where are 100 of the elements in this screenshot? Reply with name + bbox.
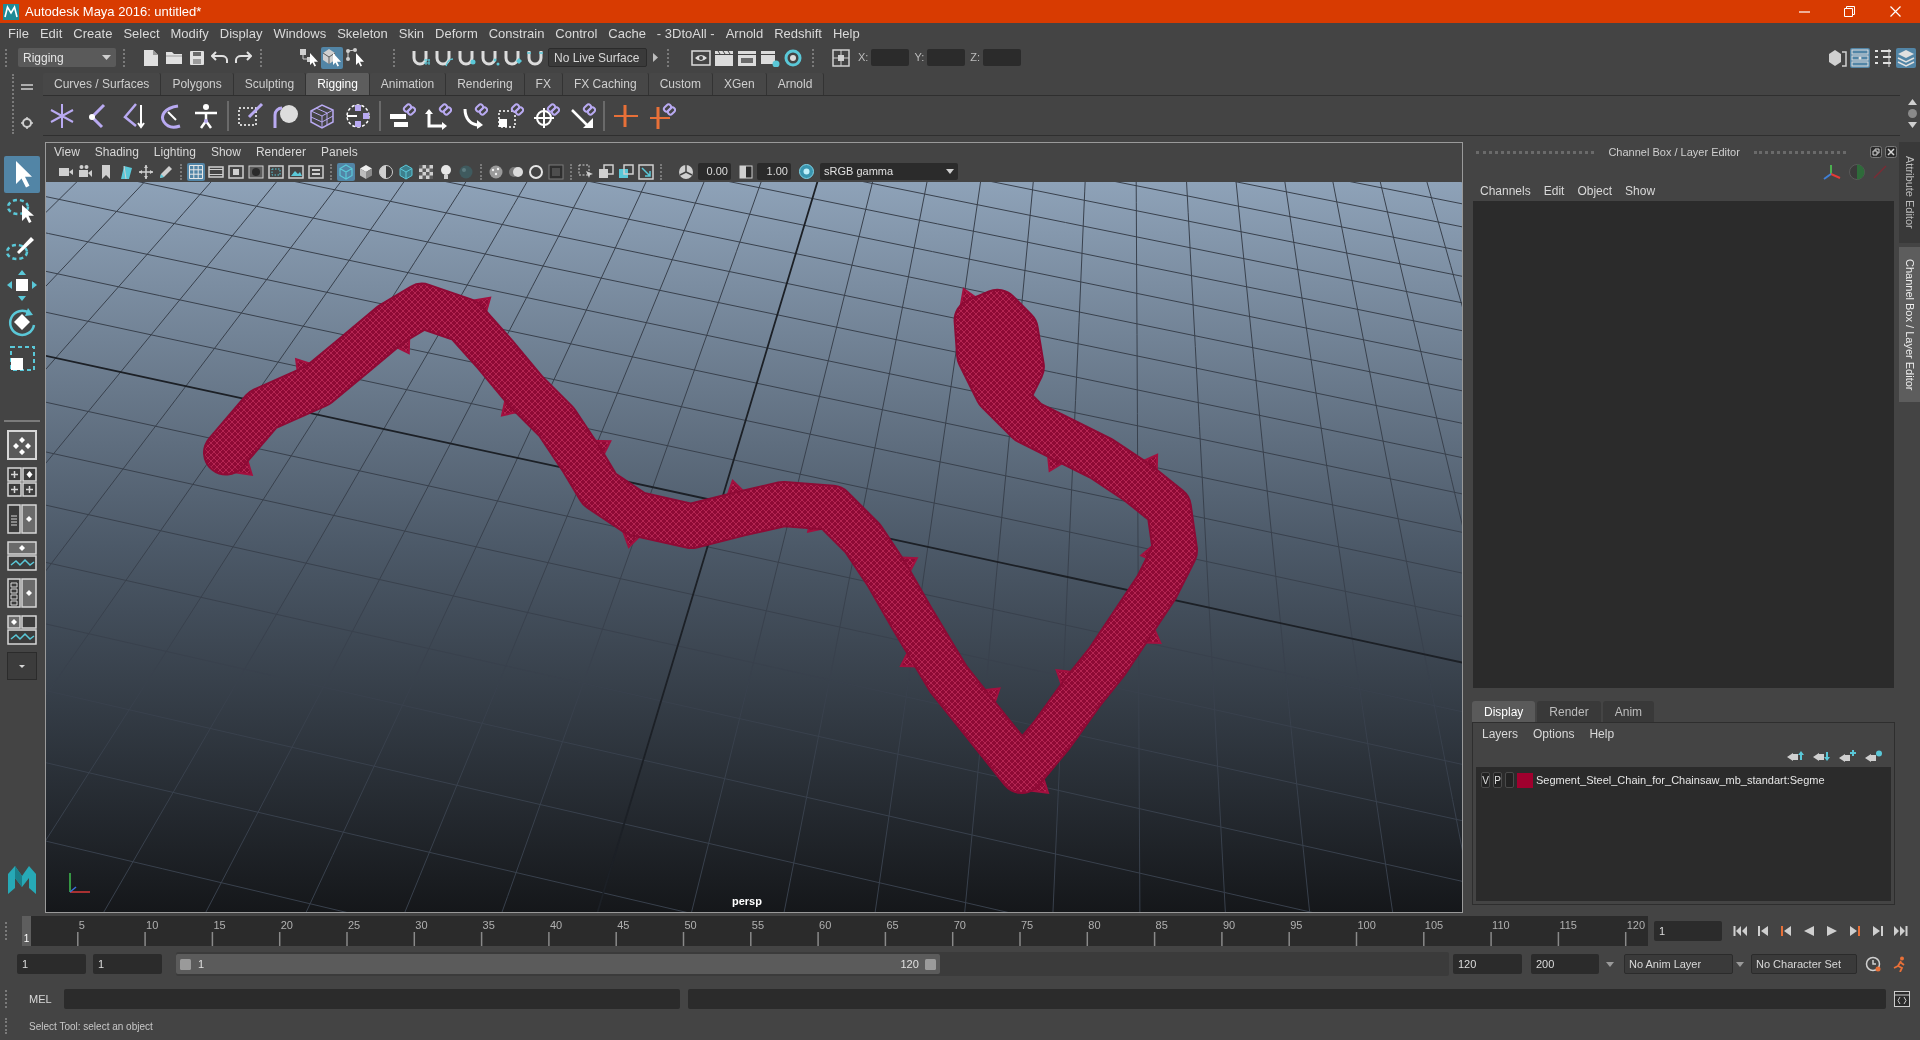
bars-link-icon[interactable] xyxy=(388,101,416,130)
caret-down-icon[interactable] xyxy=(1606,961,1614,967)
magnet-grid-icon[interactable] xyxy=(410,48,431,67)
current-frame-marker[interactable]: 1 xyxy=(22,916,31,946)
panel-menu-item[interactable]: Lighting xyxy=(153,143,196,161)
clock-icon[interactable] xyxy=(1865,956,1881,972)
panel-menu-item[interactable]: Channels xyxy=(1480,182,1531,200)
toggle-circle-icon[interactable] xyxy=(799,164,814,179)
layers-icon[interactable] xyxy=(1895,47,1916,68)
cross-bar-link-icon[interactable] xyxy=(648,101,676,130)
character-set-dropdown[interactable]: No Character Set xyxy=(1751,954,1857,974)
crosshair-square-icon[interactable] xyxy=(831,48,850,67)
four-pane-icon[interactable] xyxy=(7,467,37,497)
undo-arrow-icon[interactable] xyxy=(210,51,229,64)
half-moon-icon[interactable] xyxy=(377,162,395,181)
layer-editor-tab[interactable]: Display xyxy=(1472,701,1536,722)
menu-item[interactable]: - 3DtoAll - xyxy=(656,23,715,44)
exposure-field[interactable]: 0.00 xyxy=(698,163,731,180)
layer-editor-tab[interactable]: Render xyxy=(1537,701,1601,722)
crosshair-link-icon[interactable] xyxy=(532,101,560,130)
menu-item[interactable]: Modify xyxy=(170,23,209,44)
live-surface-field[interactable]: No Live Surface xyxy=(548,48,647,67)
redo-arrow-icon[interactable] xyxy=(233,51,252,64)
go-to-end-icon[interactable] xyxy=(1893,925,1908,937)
empty-toggle[interactable] xyxy=(1505,772,1514,788)
bracket-window-icon[interactable] xyxy=(1894,991,1910,1007)
anim-layer-dropdown[interactable]: No Anim Layer xyxy=(1624,954,1733,974)
diagonal-arrow-link-icon[interactable] xyxy=(568,101,596,130)
panel-menu-item[interactable]: Shading xyxy=(94,143,139,161)
aperture-icon[interactable] xyxy=(678,163,694,180)
panel-menu-item[interactable]: Panels xyxy=(320,143,358,161)
document-icon[interactable] xyxy=(142,48,159,67)
folder-icon[interactable] xyxy=(164,50,183,65)
vertex-cursor-icon[interactable] xyxy=(343,46,366,69)
settings-icon[interactable] xyxy=(21,117,33,129)
time-slider[interactable]: 1 5 10 15 20 25 30 35 40 45 50 55 60 65 70 75 80 85 90 95 100 105 110 115 120 xyxy=(22,916,1648,946)
close-icon[interactable] xyxy=(1885,146,1897,158)
menu-item[interactable]: Constrain xyxy=(488,23,545,44)
playback-end-field[interactable]: 120 xyxy=(1453,954,1522,974)
magnet-icon[interactable] xyxy=(525,48,546,67)
asterisk-icon[interactable] xyxy=(48,101,76,130)
panel-menu-item[interactable]: Object xyxy=(1577,182,1613,200)
wireframe-cube-icon[interactable] xyxy=(337,162,355,181)
list-tree-icon[interactable] xyxy=(1872,47,1893,68)
magnet-diamond-icon[interactable] xyxy=(502,48,523,67)
range-handle-icon[interactable] xyxy=(180,958,191,970)
coordinate-field[interactable] xyxy=(983,49,1021,66)
gamma-field[interactable]: 1.00 xyxy=(757,163,791,180)
menu-item[interactable]: Create xyxy=(73,23,113,44)
scroll-down-icon[interactable] xyxy=(1908,122,1917,128)
grid-icon[interactable] xyxy=(187,162,205,181)
layer-editor-tab[interactable]: Anim xyxy=(1602,701,1655,722)
panel-menu-item[interactable]: View xyxy=(54,143,80,161)
restore-icon[interactable] xyxy=(1844,6,1855,17)
framed-square-icon[interactable] xyxy=(227,162,245,181)
magnet-dot-icon[interactable] xyxy=(456,48,477,67)
menu-item[interactable]: Control xyxy=(555,23,598,44)
step-forward-key-icon[interactable] xyxy=(1870,925,1885,937)
scroll-handle-icon[interactable] xyxy=(1908,109,1917,118)
step-back-key-icon[interactable] xyxy=(1755,925,1770,937)
ring-icon[interactable] xyxy=(527,162,545,181)
menu-icon[interactable] xyxy=(21,84,33,90)
cube-stack-icon[interactable] xyxy=(1826,47,1847,68)
hierarchy-cursor-icon[interactable] xyxy=(297,46,320,69)
menu-set-dropdown[interactable]: Rigging xyxy=(18,48,116,67)
playback-toggle[interactable]: P xyxy=(1493,772,1502,788)
menu-item[interactable]: Help xyxy=(832,23,860,44)
panel-menu-item[interactable]: Show xyxy=(1625,182,1656,200)
shelf-tab[interactable]: Rigging xyxy=(306,73,370,95)
framed-bars-icon[interactable] xyxy=(307,162,325,181)
layer-plus-icon[interactable] xyxy=(1838,750,1856,762)
panel-menu-item[interactable]: Options xyxy=(1533,725,1575,743)
corner-arrows-link-icon[interactable] xyxy=(424,101,452,130)
eye-frame-icon[interactable] xyxy=(690,48,711,67)
magnet-curve-icon[interactable] xyxy=(433,48,454,67)
command-input-field[interactable] xyxy=(64,989,680,1009)
magnet-dots-icon[interactable] xyxy=(479,48,500,67)
menu-item[interactable]: Skin xyxy=(398,23,425,44)
float-window-icon[interactable] xyxy=(1870,146,1882,158)
half-square-icon[interactable] xyxy=(739,164,753,179)
overlapping-squares-icon[interactable] xyxy=(597,162,615,181)
dotted-frame-icon[interactable] xyxy=(267,162,285,181)
graph-pane-icon[interactable] xyxy=(7,615,37,645)
checker-icon[interactable] xyxy=(417,162,435,181)
overlapping-frames-icon[interactable] xyxy=(617,162,635,181)
dotted-square-link-icon[interactable] xyxy=(496,101,524,130)
menu-item[interactable]: Windows xyxy=(273,23,327,44)
menu-item[interactable]: Display xyxy=(219,23,263,44)
cube-cursor-icon[interactable] xyxy=(320,46,343,69)
layer-name[interactable]: Segment_Steel_Chain_for_Chainsaw_mb_standart:Segme xyxy=(1536,771,1825,789)
shaded-cube-icon[interactable] xyxy=(357,162,375,181)
step-forward-frame-icon[interactable] xyxy=(1847,925,1862,937)
move-arrows-icon[interactable] xyxy=(137,162,155,181)
view-transform-dropdown[interactable]: sRGB gamma xyxy=(820,163,958,180)
minimize-icon[interactable] xyxy=(1799,10,1810,13)
dotted-circle-nodes-icon[interactable] xyxy=(344,101,372,130)
diamond-tile-icon[interactable] xyxy=(7,430,37,460)
layer-up-arrow-icon[interactable] xyxy=(1786,750,1804,762)
menu-item[interactable]: Select xyxy=(123,23,160,44)
animation-end-field[interactable]: 200 xyxy=(1531,954,1599,974)
